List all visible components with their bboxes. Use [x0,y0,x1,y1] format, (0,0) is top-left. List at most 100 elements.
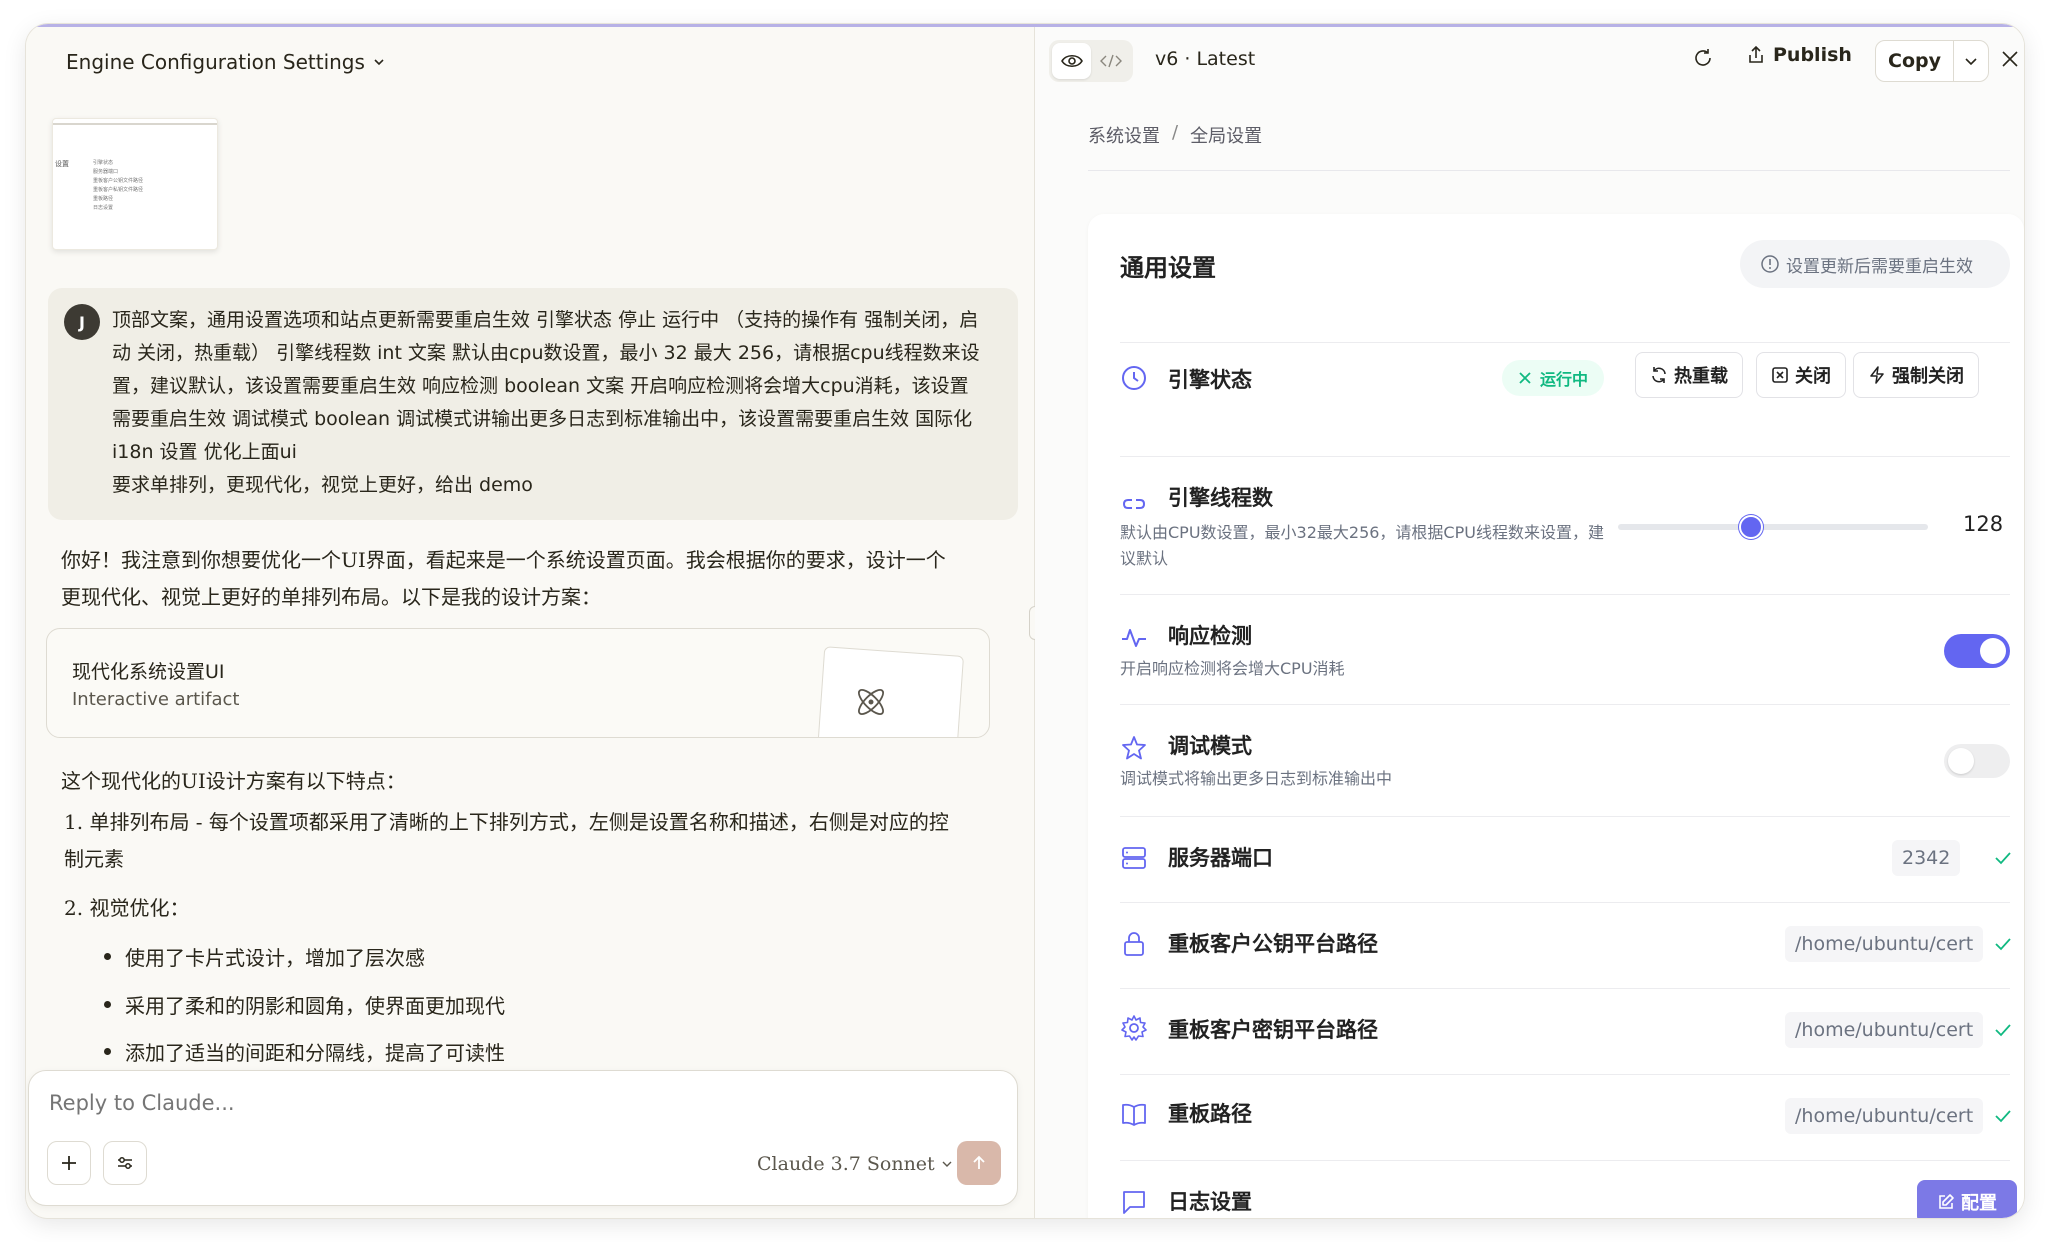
thumbnail-item: 服务器端口 [93,169,119,175]
breadcrumb-divider [1088,170,2010,171]
edit-icon [1939,1194,1954,1209]
hot-reload-label: 热重载 [1674,366,1728,387]
chevron-down-icon [1965,58,1977,66]
breadcrumb: 系统设置 / 全局设置 [1088,122,1262,148]
activity-icon [1122,629,1146,647]
artifact-preview [815,646,965,737]
configure-button[interactable]: 配置 [1917,1180,2017,1218]
configure-label: 配置 [1961,1193,1997,1214]
copy-button[interactable]: Copy [1876,41,1954,81]
model-selector[interactable]: Claude 3.7 Sonnet [757,1153,953,1175]
artifact-card[interactable]: 现代化系统设置UI Interactive artifact [46,628,990,738]
server-icon [1122,847,1146,869]
conversation-title-menu[interactable]: Engine Configuration Settings [66,50,385,74]
thumbnail-item: 引擎状态 [93,160,114,166]
divider [1120,594,2010,595]
close-icon[interactable] [1999,48,2021,70]
refresh-icon [1652,367,1666,383]
lightning-icon [1870,366,1884,384]
threads-slider[interactable] [1618,515,1928,539]
notice-text: 设置更新后需要重启生效 [1786,256,1973,277]
gear-icon [1121,1015,1147,1041]
share-icon [1749,45,1763,63]
card-title: 通用设置 [1120,254,1216,282]
refresh-icon[interactable] [1691,46,1715,70]
divider [1120,816,2010,817]
server-port-field[interactable]: 2342 [1892,840,1961,876]
conversation-title: Engine Configuration Settings [66,50,365,74]
thumbnail-item: 重板客户公钥文件路径 [93,178,144,184]
log-label: 日志设置 [1168,1190,1252,1214]
stop-label: 关闭 [1795,366,1831,387]
response-check-description: 开启响应检测将会增大CPU消耗 [1120,659,1345,678]
divider [1120,342,2010,343]
chat-panel: Engine Configuration Settings 设置 引擎状态 服务… [26,24,1032,1218]
lock-icon [1124,932,1144,956]
bullet-item: 采用了柔和的阴影和圆角，使界面更加现代 [104,990,505,1019]
status-badge: 运行中 [1502,360,1605,396]
list-item: 2. 视觉优化： [64,896,190,920]
artifact-subtitle: Interactive artifact [72,689,240,710]
public-key-field[interactable]: /home/ubuntu/cert [1785,926,1984,962]
thumbnail-item: 重板路径 [93,196,114,202]
chevron-down-icon [942,1161,952,1167]
thumbnail-item: 重板客户私钥文件路径 [93,187,144,193]
reply-input[interactable] [49,1091,949,1115]
divider [1120,1160,2010,1161]
info-icon [1761,255,1779,273]
message-icon [1123,1191,1145,1214]
app-window: Engine Configuration Settings 设置 引擎状态 服务… [26,24,2024,1218]
divider [1120,456,2010,457]
version-label[interactable]: v6 · Latest [1155,48,1255,70]
divider [1120,988,2010,989]
status-text: 运行中 [1540,370,1589,389]
copy-group: Copy [1875,40,1989,82]
breadcrumb-item[interactable]: 系统设置 [1088,122,1160,148]
response-check-toggle[interactable] [1944,634,2010,668]
path-label: 重板路径 [1168,1102,1252,1126]
features-heading: 这个现代化的UI设计方案有以下特点： [61,769,406,793]
thumbnail-bar [53,123,217,125]
plus-icon [62,1156,76,1170]
breadcrumb-item[interactable]: 全局设置 [1190,122,1262,148]
code-tab[interactable] [1091,43,1130,79]
slider-knob[interactable] [1738,515,1763,539]
stop-button[interactable]: 关闭 [1756,352,1846,398]
attachment-thumbnail[interactable]: 设置 引擎状态 服务器端口 重板客户公钥文件路径 重板客户私钥文件路径 重板路径… [52,118,218,250]
engine-status-label: 引擎状态 [1168,368,1252,392]
threads-label: 引擎线程数 [1168,486,1273,510]
book-icon [1122,1103,1146,1126]
send-button[interactable] [957,1141,1001,1185]
breadcrumb-separator: / [1172,122,1179,143]
force-stop-label: 强制关闭 [1892,366,1964,387]
private-key-field[interactable]: /home/ubuntu/cert [1785,1012,1984,1048]
publish-label: Publish [1773,44,1852,66]
view-toggle [1049,40,1133,82]
hot-reload-button[interactable]: 热重载 [1635,352,1743,398]
divider [1120,902,2010,903]
threads-description: 默认由CPU数设置，最小32最大256，请根据CPU线程数来设置，建议默认 [1120,523,1604,568]
server-port-label: 服务器端口 [1168,846,1273,870]
check-icon [1995,938,2011,951]
debug-toggle[interactable] [1944,744,2010,778]
threads-value: 128 [1963,512,2004,536]
check-icon [1995,1024,2011,1037]
preview-tab[interactable] [1052,43,1091,79]
path-field[interactable]: /home/ubuntu/cert [1785,1098,1984,1134]
tools-button[interactable] [103,1141,147,1185]
react-atom-icon [858,689,884,715]
user-message-text: 顶部文案，通用设置选项和站点更新需要重启生效 引擎状态 停止 运行中 （支持的操… [112,309,980,496]
private-key-label: 重板客户密钥平台路径 [1168,1018,1378,1042]
publish-button[interactable]: Publish [1747,44,1852,66]
debug-label: 调试模式 [1168,734,1252,758]
force-stop-button[interactable]: 强制关闭 [1853,352,1979,398]
code-icon [1099,54,1122,68]
add-attachment-button[interactable] [47,1141,91,1185]
settings-card: 通用设置 设置更新后需要重启生效 引擎状态 运行中 热重载 关闭 强制关闭 引擎… [1088,214,2024,1218]
clock-icon [1122,366,1146,390]
copy-options-button[interactable] [1954,41,1988,81]
check-icon [1995,1110,2011,1123]
artifact-toolbar: v6 · Latest Publish Copy [1035,24,2024,96]
square-x-icon [1772,367,1788,383]
divider [1120,1074,2010,1075]
